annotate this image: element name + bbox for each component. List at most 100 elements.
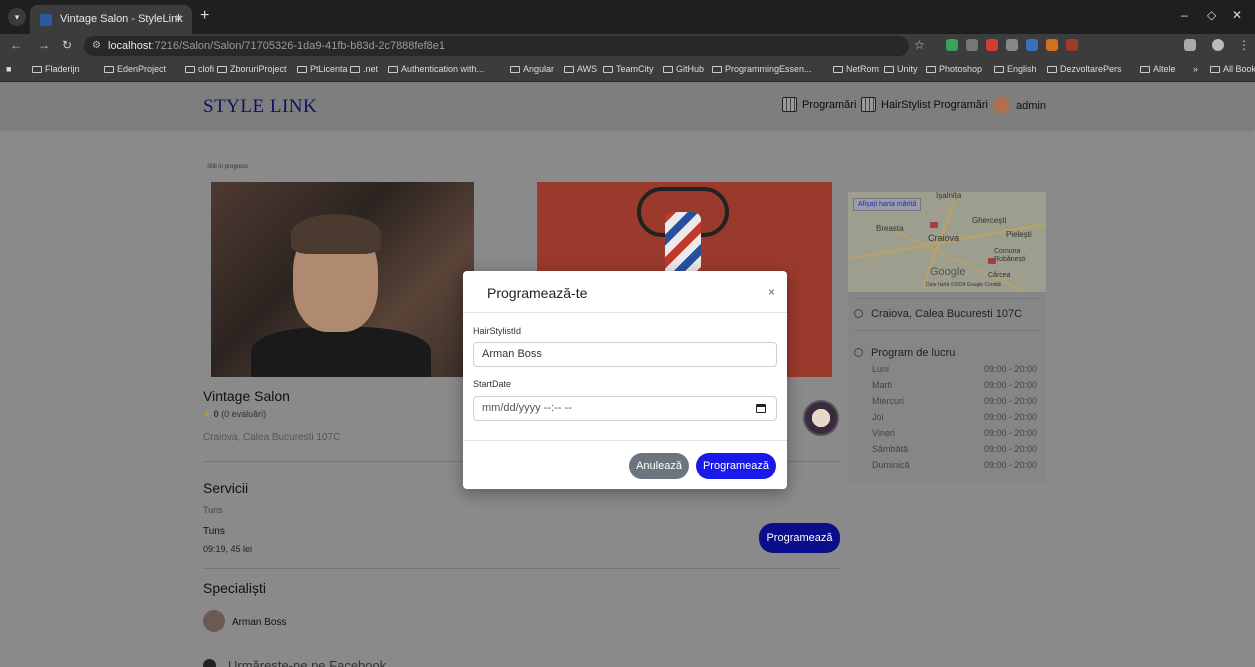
more-bookmarks-button[interactable]: » (1193, 64, 1198, 74)
hours-title: Program de lucru (854, 347, 955, 359)
map-marker-icon (930, 222, 938, 228)
folder-icon (833, 66, 843, 73)
specialist-item[interactable]: Arman Boss (203, 610, 286, 632)
restore-icon[interactable]: ◇ (1207, 8, 1216, 22)
book-service-button[interactable]: Programează (759, 523, 840, 553)
folder-icon (388, 66, 398, 73)
tab-search-icon[interactable]: ▾ (8, 8, 26, 26)
bookmark-item[interactable]: PtLicenta (297, 64, 348, 74)
nav-programari[interactable]: Programări (782, 97, 856, 112)
folder-icon (1140, 66, 1150, 73)
user-menu[interactable]: admin (993, 97, 1046, 114)
salon-logo (803, 400, 839, 436)
service-category: Tuns (203, 505, 223, 515)
folder-icon (1210, 66, 1220, 73)
bookmark-item[interactable]: Unity (884, 64, 918, 74)
salon-name: Vintage Salon (203, 388, 290, 404)
service-meta: 09:19, 45 lei (203, 544, 253, 554)
bookmark-item[interactable]: English (994, 64, 1037, 74)
tab-close-icon[interactable]: × (175, 11, 182, 25)
divider (854, 330, 1040, 331)
url-bar[interactable]: ⚙ localhost:7216/Salon/Salon/71705326-1d… (84, 36, 909, 56)
extension-color-icon[interactable] (1046, 39, 1058, 51)
startdate-placeholder: mm/dd/yyyy --:-- -- (482, 402, 572, 414)
avatar (203, 610, 225, 632)
facebook-link[interactable]: Urmărește-ne pe Facebook (203, 658, 386, 667)
bookmark-item[interactable]: NetRom (833, 64, 879, 74)
divider (463, 312, 787, 313)
forward-icon[interactable]: → (38, 38, 50, 52)
salon-rating: ★ 0 (0 evaluări) (203, 409, 267, 419)
bookmark-item[interactable]: ProgrammingEssen... (712, 64, 812, 74)
tab-title: Vintage Salon - StyleLink (60, 13, 183, 25)
extension-pen-icon[interactable] (986, 39, 998, 51)
salon-photo-haircut[interactable] (211, 182, 474, 377)
apps-icon[interactable]: ■ (6, 64, 11, 74)
cancel-button[interactable]: Anulează (629, 453, 689, 479)
booking-modal: Programează-te × HairStylistId Arman Bos… (463, 271, 787, 489)
app-header: STYLE LINK Programări HairStylist Progra… (0, 82, 1255, 128)
calendar-icon (782, 97, 797, 112)
salon-sidebar: Afișați harta mărită Işalnița Breasta Cr… (848, 192, 1046, 482)
extension-red-icon[interactable] (1066, 39, 1078, 51)
folder-icon (185, 66, 195, 73)
startdate-input[interactable]: mm/dd/yyyy --:-- -- (473, 396, 777, 421)
all-bookmarks[interactable]: All Bookmarks (1210, 64, 1255, 74)
folder-icon (712, 66, 722, 73)
brand-logo[interactable]: STYLE LINK (203, 96, 317, 118)
profile-icon[interactable] (1212, 39, 1224, 51)
url-text: localhost:7216/Salon/Salon/71705326-1da9… (108, 40, 446, 52)
submit-booking-button[interactable]: Programează (696, 453, 776, 479)
bookmark-item[interactable]: GitHub (663, 64, 704, 74)
folder-icon (1047, 66, 1057, 73)
folder-icon (217, 66, 227, 73)
star-icon: ★ (203, 409, 212, 419)
bookmark-item[interactable]: TeamCity (603, 64, 654, 74)
extension-font-icon[interactable] (1006, 39, 1018, 51)
bookmark-item[interactable]: ZboruriProject (217, 64, 287, 74)
calendar-icon[interactable] (756, 404, 766, 413)
bookmarks-bar: ■ Fladerijn EdenProject clofi ZboruriPro… (0, 58, 1255, 82)
folder-icon (104, 66, 114, 73)
extensions-puzzle-icon[interactable] (1184, 39, 1196, 51)
startdate-label: StartDate (473, 379, 512, 389)
folder-icon (926, 66, 936, 73)
bookmark-star-icon[interactable]: ☆ (914, 38, 925, 52)
map-attribution[interactable]: Date hartă ©2024 Google Condiții (926, 282, 1001, 288)
bookmark-item[interactable]: Authentication with... (388, 64, 484, 74)
progress-note: Still in progress (207, 164, 249, 170)
extension-shield-icon[interactable] (946, 39, 958, 51)
address-toolbar: ← → ↻ ⚙ localhost:7216/Salon/Salon/71705… (0, 34, 1255, 58)
bookmark-item[interactable]: Altele (1140, 64, 1176, 74)
bookmark-item[interactable]: Fladerijn (32, 64, 80, 74)
reload-icon[interactable]: ↻ (62, 38, 72, 52)
extension-car-icon[interactable] (1026, 39, 1038, 51)
minimize-icon[interactable]: – (1181, 8, 1188, 22)
new-tab-icon[interactable]: + (200, 7, 209, 25)
window-close-icon[interactable]: ✕ (1232, 8, 1242, 22)
nav-hairstylist-programari[interactable]: HairStylist Programări (861, 97, 988, 112)
extension-save-icon[interactable] (966, 39, 978, 51)
browser-menu-icon[interactable]: ⋮ (1238, 38, 1250, 52)
bookmark-item[interactable]: .net (350, 64, 378, 74)
hairstylist-select[interactable]: Arman Boss (473, 342, 777, 367)
bookmark-item[interactable]: Angular (510, 64, 554, 74)
services-title: Servicii (203, 480, 249, 496)
location-map[interactable]: Afișați harta mărită Işalnița Breasta Cr… (848, 192, 1046, 292)
bookmark-item[interactable]: clofi (185, 64, 214, 74)
site-info-icon[interactable]: ⚙ (92, 40, 101, 51)
bookmark-item[interactable]: EdenProject (104, 64, 166, 74)
close-icon[interactable]: × (768, 285, 775, 299)
facebook-icon (203, 659, 216, 667)
enlarge-map-link[interactable]: Afișați harta mărită (853, 198, 922, 211)
bookmark-item[interactable]: AWS (564, 64, 597, 74)
folder-icon (564, 66, 574, 73)
divider (463, 440, 787, 441)
bookmark-item[interactable]: DezvoltarePers (1047, 64, 1122, 74)
sidebar-address: Craiova, Calea Bucuresti 107C (854, 308, 1022, 320)
back-icon[interactable]: ← (10, 38, 22, 52)
avatar (993, 97, 1010, 114)
clock-icon (854, 348, 863, 357)
bookmark-item[interactable]: Photoshop (926, 64, 982, 74)
browser-tab[interactable]: Vintage Salon - StyleLink × (30, 5, 192, 34)
